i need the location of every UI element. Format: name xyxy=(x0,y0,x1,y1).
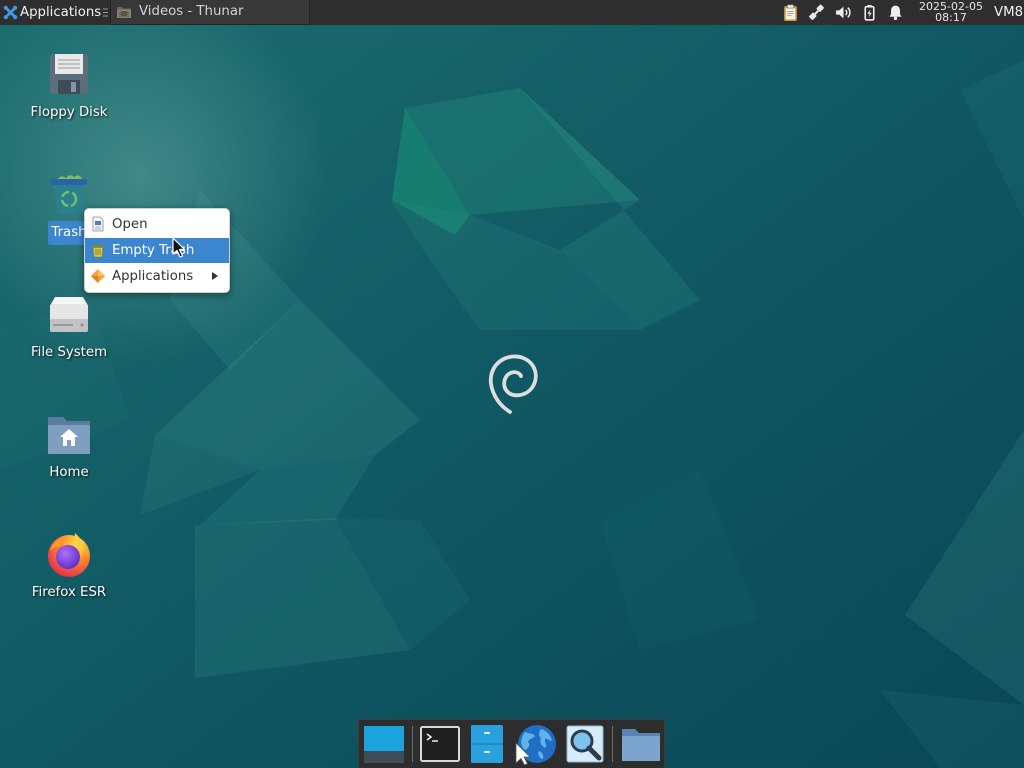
home-folder-icon xyxy=(45,410,93,458)
clipboard-icon[interactable] xyxy=(782,4,799,21)
open-document-icon xyxy=(90,216,106,232)
desktop-icon-floppy-disk[interactable]: Floppy Disk xyxy=(8,50,130,130)
battery-charging-icon[interactable] xyxy=(861,4,878,21)
taskbar-window-label: Videos - Thunar xyxy=(139,4,244,19)
applications-menu-label: Applications xyxy=(20,5,102,20)
applications-icon xyxy=(90,268,106,284)
panel-separator-handle xyxy=(103,8,108,17)
empty-trash-icon xyxy=(90,242,106,258)
desktop-icon-file-system[interactable]: File System xyxy=(8,290,130,370)
bottom-dock xyxy=(358,719,665,768)
clock-time: 08:17 xyxy=(935,11,967,24)
user-session-button[interactable]: VM8 xyxy=(994,0,1024,25)
debian-swirl-icon xyxy=(484,350,542,416)
menu-item-open[interactable]: Open xyxy=(85,212,229,237)
floppy-disk-icon xyxy=(45,50,93,98)
desktop-icon-label: Floppy Disk xyxy=(30,105,108,120)
xfce-logo-icon xyxy=(3,5,18,20)
desktop-icon-label: Firefox ESR xyxy=(31,585,107,600)
videos-folder-icon xyxy=(116,4,132,20)
taskbar-window-button[interactable]: Videos - Thunar xyxy=(110,0,310,25)
menu-item-applications[interactable]: Applications xyxy=(85,264,229,289)
firefox-icon xyxy=(45,530,93,578)
hard-drive-icon xyxy=(45,290,93,338)
menu-item-empty-trash[interactable]: Empty Trash xyxy=(85,238,229,263)
desktop-icon-home[interactable]: Home xyxy=(8,410,130,490)
menu-item-label: Applications xyxy=(112,269,194,284)
web-browser-icon[interactable] xyxy=(512,723,558,765)
menu-item-label: Open xyxy=(112,217,148,232)
notification-bell-icon[interactable] xyxy=(887,4,904,21)
desktop-icon-label: Home xyxy=(49,465,89,480)
applications-menu-button[interactable]: Applications xyxy=(0,0,102,25)
trash-context-menu: Open Empty Trash Applications xyxy=(84,208,230,293)
terminal-icon[interactable] xyxy=(418,723,462,765)
file-manager-icon[interactable] xyxy=(469,723,505,765)
dock-separator xyxy=(412,726,413,762)
top-panel: Applications Videos - Thunar 2025-02-05 … xyxy=(0,0,1024,25)
panel-clock[interactable]: 2025-02-05 08:17 xyxy=(914,1,988,24)
app-finder-icon[interactable] xyxy=(563,723,607,765)
show-desktop-icon[interactable] xyxy=(362,723,406,765)
folder-icon[interactable] xyxy=(619,723,663,765)
volume-icon[interactable] xyxy=(835,4,852,21)
desktop-icon-label: File System xyxy=(30,345,108,360)
mouse-pointer-icon xyxy=(172,237,186,259)
submenu-arrow-icon xyxy=(212,272,218,280)
desktop-icon-firefox[interactable]: Firefox ESR xyxy=(8,530,130,610)
network-wired-icon[interactable] xyxy=(808,4,825,21)
dock-separator xyxy=(612,726,613,762)
